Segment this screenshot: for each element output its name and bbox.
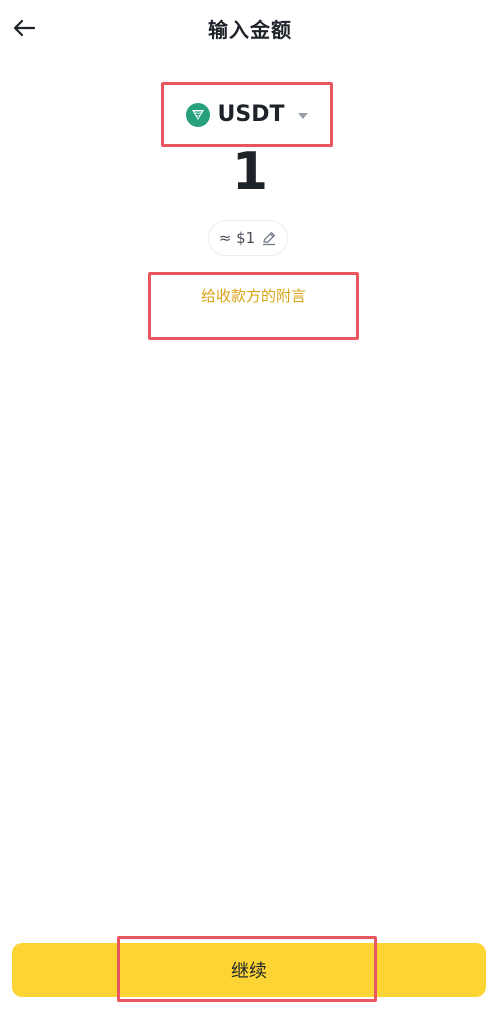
memo-placeholder: 给收款方的附言 bbox=[200, 287, 306, 305]
tether-icon bbox=[185, 102, 210, 127]
memo-input[interactable]: 给收款方的附言 bbox=[148, 272, 359, 340]
caret-down-icon bbox=[298, 112, 309, 119]
currency-selector[interactable]: USDT bbox=[161, 82, 333, 147]
page-title: 输入金额 bbox=[208, 18, 292, 42]
currency-code: USDT bbox=[217, 102, 285, 127]
enter-amount-screen: 输入金额 USDT 1 ≈ $1 给收款方的附言 继续 bbox=[0, 0, 500, 1011]
fiat-equivalent-text: ≈ $1 bbox=[218, 229, 256, 247]
pencil-icon bbox=[263, 232, 276, 246]
continue-button[interactable]: 继续 bbox=[12, 943, 486, 997]
continue-label: 继续 bbox=[231, 961, 267, 982]
amount-value[interactable]: 1 bbox=[0, 142, 500, 202]
fiat-equivalent-pill[interactable]: ≈ $1 bbox=[208, 220, 288, 256]
currency-selector-content: USDT bbox=[185, 102, 309, 127]
